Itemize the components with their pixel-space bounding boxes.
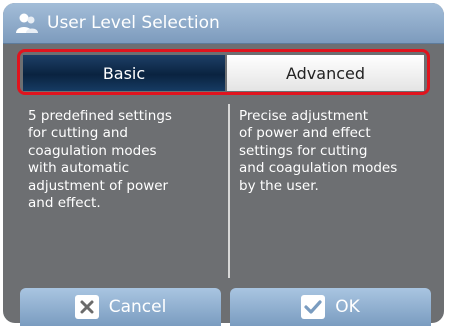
ok-button-label: OK [335,297,360,317]
cancel-button[interactable]: Cancel [20,288,221,326]
tab-advanced-label: Advanced [285,63,366,83]
user-icon [16,13,38,33]
tab-basic-label: Basic [102,63,146,83]
x-icon [74,295,99,319]
tab-advanced[interactable]: Advanced [227,55,424,91]
user-level-dialog: User Level Selection Basic Advanced 5 pr… [3,3,444,323]
tab-basic[interactable]: Basic [23,55,225,91]
basic-description: 5 predefined settings for cutting and co… [21,104,230,278]
advanced-description: Precise adjustment of power and effect s… [239,108,398,194]
dialog-title: User Level Selection [47,13,220,33]
cancel-button-label: Cancel [108,297,167,317]
title-bar: User Level Selection [3,3,444,44]
ok-button[interactable]: OK [230,288,431,326]
checkmark-icon [301,295,326,319]
